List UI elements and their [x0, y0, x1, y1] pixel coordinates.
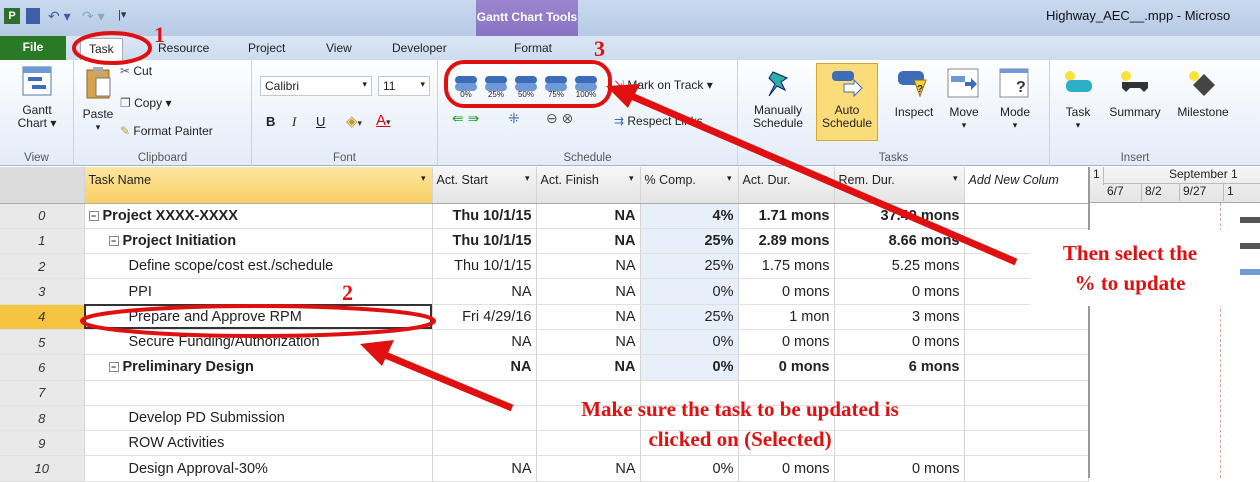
step-3-marker: 3: [594, 36, 605, 61]
step-2-marker: 2: [342, 280, 353, 305]
annotation-arrow-to-task: [376, 348, 514, 412]
selected-task-highlight-ellipse: [80, 304, 436, 338]
task-tab-highlight-ellipse: [72, 31, 152, 65]
annotation-select-pct: Then select the % to update: [1062, 241, 1198, 295]
pct-buttons-highlight-ellipse: [444, 60, 612, 108]
annotation-make-sure: Make sure the task to be updated is clic…: [581, 397, 899, 451]
annotation-arrow-to-pct: [620, 88, 1018, 266]
step-1-marker: 1: [154, 22, 165, 47]
